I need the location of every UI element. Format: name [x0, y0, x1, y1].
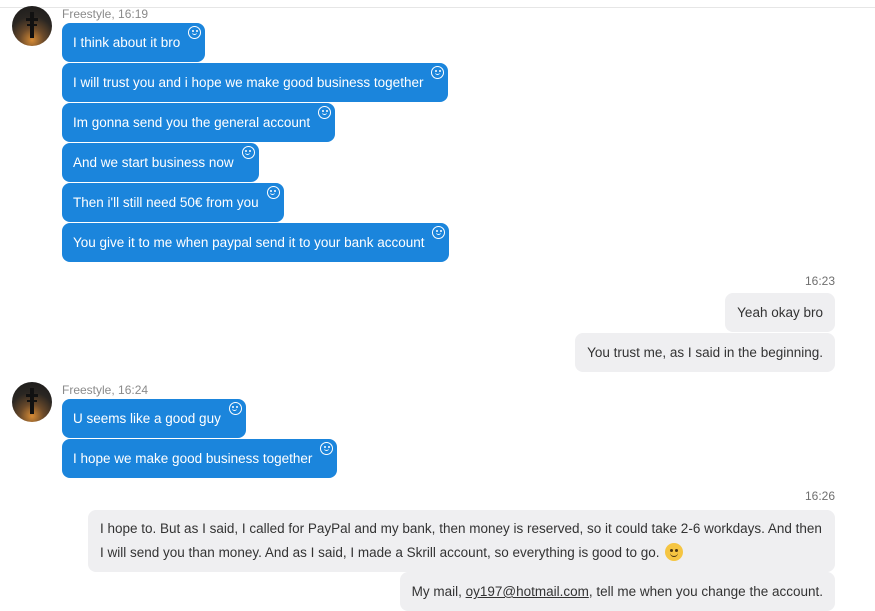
timestamp: 16:26: [804, 489, 835, 503]
message-bubble[interactable]: I think about it bro: [62, 23, 206, 62]
message-bubble[interactable]: And we start business now: [62, 143, 259, 182]
message-text-prefix: My mail,: [411, 584, 466, 599]
message-text: I hope we make good business together: [73, 451, 313, 466]
smiley-outline-icon[interactable]: [188, 26, 202, 39]
smiley-outline-icon[interactable]: [320, 442, 334, 455]
timestamp: 16:23: [804, 274, 835, 288]
message-text-suffix: , tell me when you change the account.: [588, 584, 823, 599]
smirk-emoji-icon: [665, 543, 684, 561]
smiley-outline-icon[interactable]: [266, 186, 280, 199]
message-bubble[interactable]: I hope we make good business together: [62, 439, 338, 478]
message-bubble[interactable]: Im gonna send you the general account: [62, 103, 336, 142]
message-bubble[interactable]: U seems like a good guy: [62, 399, 246, 438]
message-text: I will trust you and i hope we make good…: [73, 75, 424, 90]
message-text: You give it to me when paypal send it to…: [73, 235, 425, 250]
message-text: I hope to. But as I said, I called for P…: [100, 521, 822, 560]
message-bubble[interactable]: I will trust you and i hope we make good…: [62, 63, 449, 102]
message-text: U seems like a good guy: [73, 411, 221, 426]
message-text: Im gonna send you the general account: [73, 115, 311, 130]
message-bubble[interactable]: My mail, oy197@hotmail.com, tell me when…: [399, 572, 835, 611]
smiley-outline-icon[interactable]: [241, 146, 255, 159]
smiley-outline-icon[interactable]: [228, 402, 242, 415]
smiley-outline-icon[interactable]: [432, 226, 446, 239]
message-text: I think about it bro: [73, 35, 181, 50]
message-bubble[interactable]: Then i'll still need 50€ from you: [62, 183, 284, 222]
message-text: You trust me, as I said in the beginning…: [587, 345, 823, 360]
smiley-outline-icon[interactable]: [431, 66, 445, 79]
message-bubble[interactable]: Yeah okay bro: [725, 293, 835, 332]
email-link[interactable]: oy197@hotmail.com: [466, 584, 589, 599]
message-bubble[interactable]: You give it to me when paypal send it to…: [62, 223, 450, 262]
message-text: Yeah okay bro: [737, 305, 823, 320]
message-text: And we start business now: [73, 155, 234, 170]
message-bubble[interactable]: I hope to. But as I said, I called for P…: [88, 510, 835, 572]
message-bubble[interactable]: You trust me, as I said in the beginning…: [575, 333, 835, 372]
sender-label: Freestyle, 16:24: [62, 383, 149, 397]
avatar[interactable]: [12, 6, 52, 46]
sender-label: Freestyle, 16:19: [62, 7, 149, 21]
avatar[interactable]: [12, 382, 52, 422]
message-text: Then i'll still need 50€ from you: [73, 195, 259, 210]
smiley-outline-icon[interactable]: [318, 106, 332, 119]
